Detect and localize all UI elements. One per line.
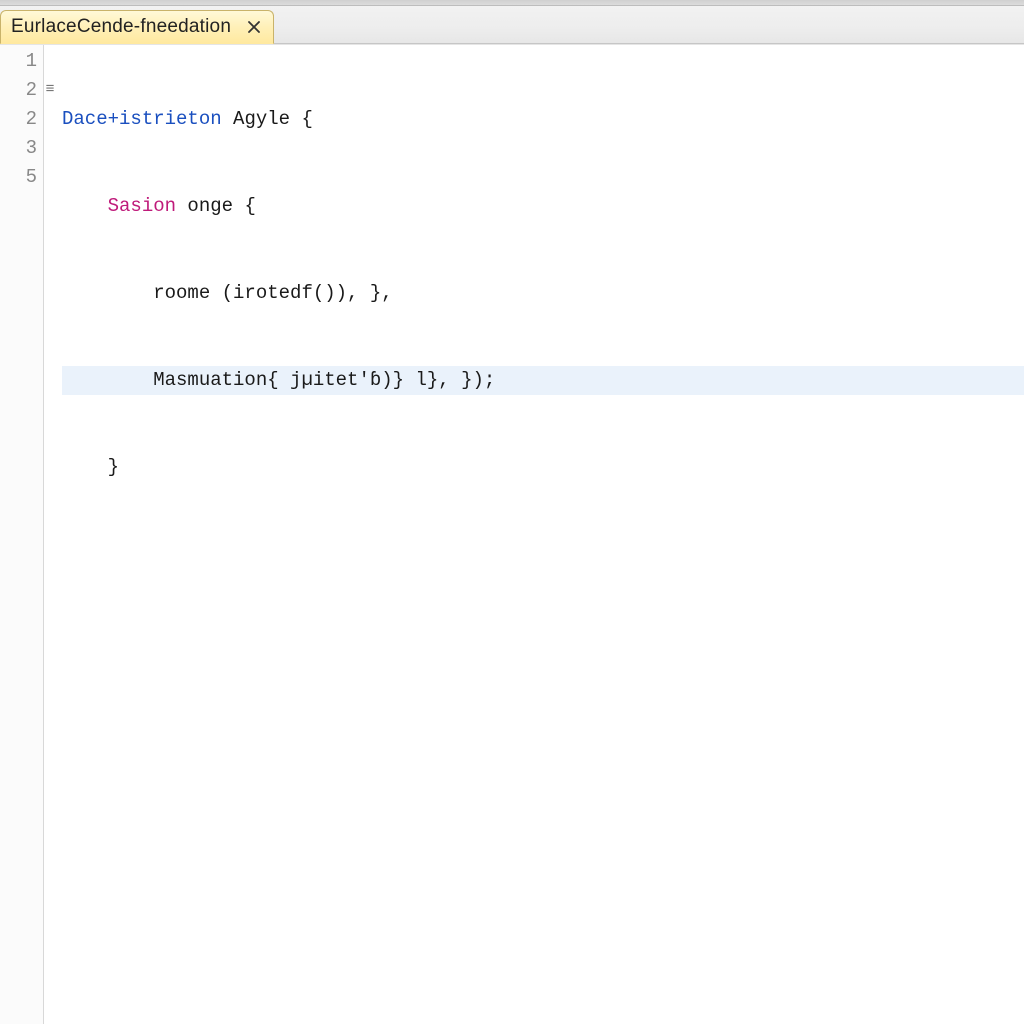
fold-mark — [44, 161, 56, 190]
fold-mark — [44, 103, 56, 132]
line-number: 3 — [0, 134, 37, 163]
line-number: 5 — [0, 163, 37, 192]
close-icon[interactable] — [245, 18, 263, 36]
line-numbers: 1 2 2 3 5 — [0, 47, 43, 1024]
line-number: 2 — [0, 76, 37, 105]
line-number: 2 — [0, 105, 37, 134]
fold-mark — [44, 132, 56, 161]
file-tab-label: EurlaceCende-fneedation — [11, 16, 231, 38]
code-content[interactable]: Dace+istrieton Agyle { Sasion onge { roo… — [56, 45, 1024, 1024]
code-text: onge { — [176, 195, 256, 217]
code-line-current[interactable]: Masmuation{ jµitet'ɓ)} l}, }); — [62, 366, 1024, 395]
editor-window: EurlaceCende-fneedation 1 2 2 3 5 ≡ — [0, 0, 1024, 1024]
code-editor[interactable]: 1 2 2 3 5 ≡ Dace+istrieton Agyle { Sasio… — [0, 44, 1024, 1024]
line-number-gutter: 1 2 2 3 5 — [0, 45, 44, 1024]
code-text: Agyle { — [222, 108, 313, 130]
keyword-token: Sasion — [108, 195, 176, 217]
code-line[interactable]: Sasion onge { — [62, 192, 1024, 221]
code-line[interactable]: } — [62, 453, 1024, 482]
code-text: } — [62, 456, 119, 478]
code-text: Masmuation{ jµitet'ɓ)} l}, }); — [62, 369, 495, 391]
keyword-token: Dace+istrieton — [62, 108, 222, 130]
fold-mark[interactable]: ≡ — [44, 74, 56, 103]
file-tab-active[interactable]: EurlaceCende-fneedation — [0, 10, 274, 44]
tab-bar: EurlaceCende-fneedation — [0, 6, 1024, 44]
code-line[interactable]: roome (irotedf()), }, — [62, 279, 1024, 308]
code-text: roome (irotedf()), }, — [62, 282, 393, 304]
fold-mark — [44, 45, 56, 74]
line-number: 1 — [0, 47, 37, 76]
code-line[interactable]: Dace+istrieton Agyle { — [62, 105, 1024, 134]
fold-gutter: ≡ — [44, 45, 56, 1024]
code-indent — [62, 195, 108, 217]
